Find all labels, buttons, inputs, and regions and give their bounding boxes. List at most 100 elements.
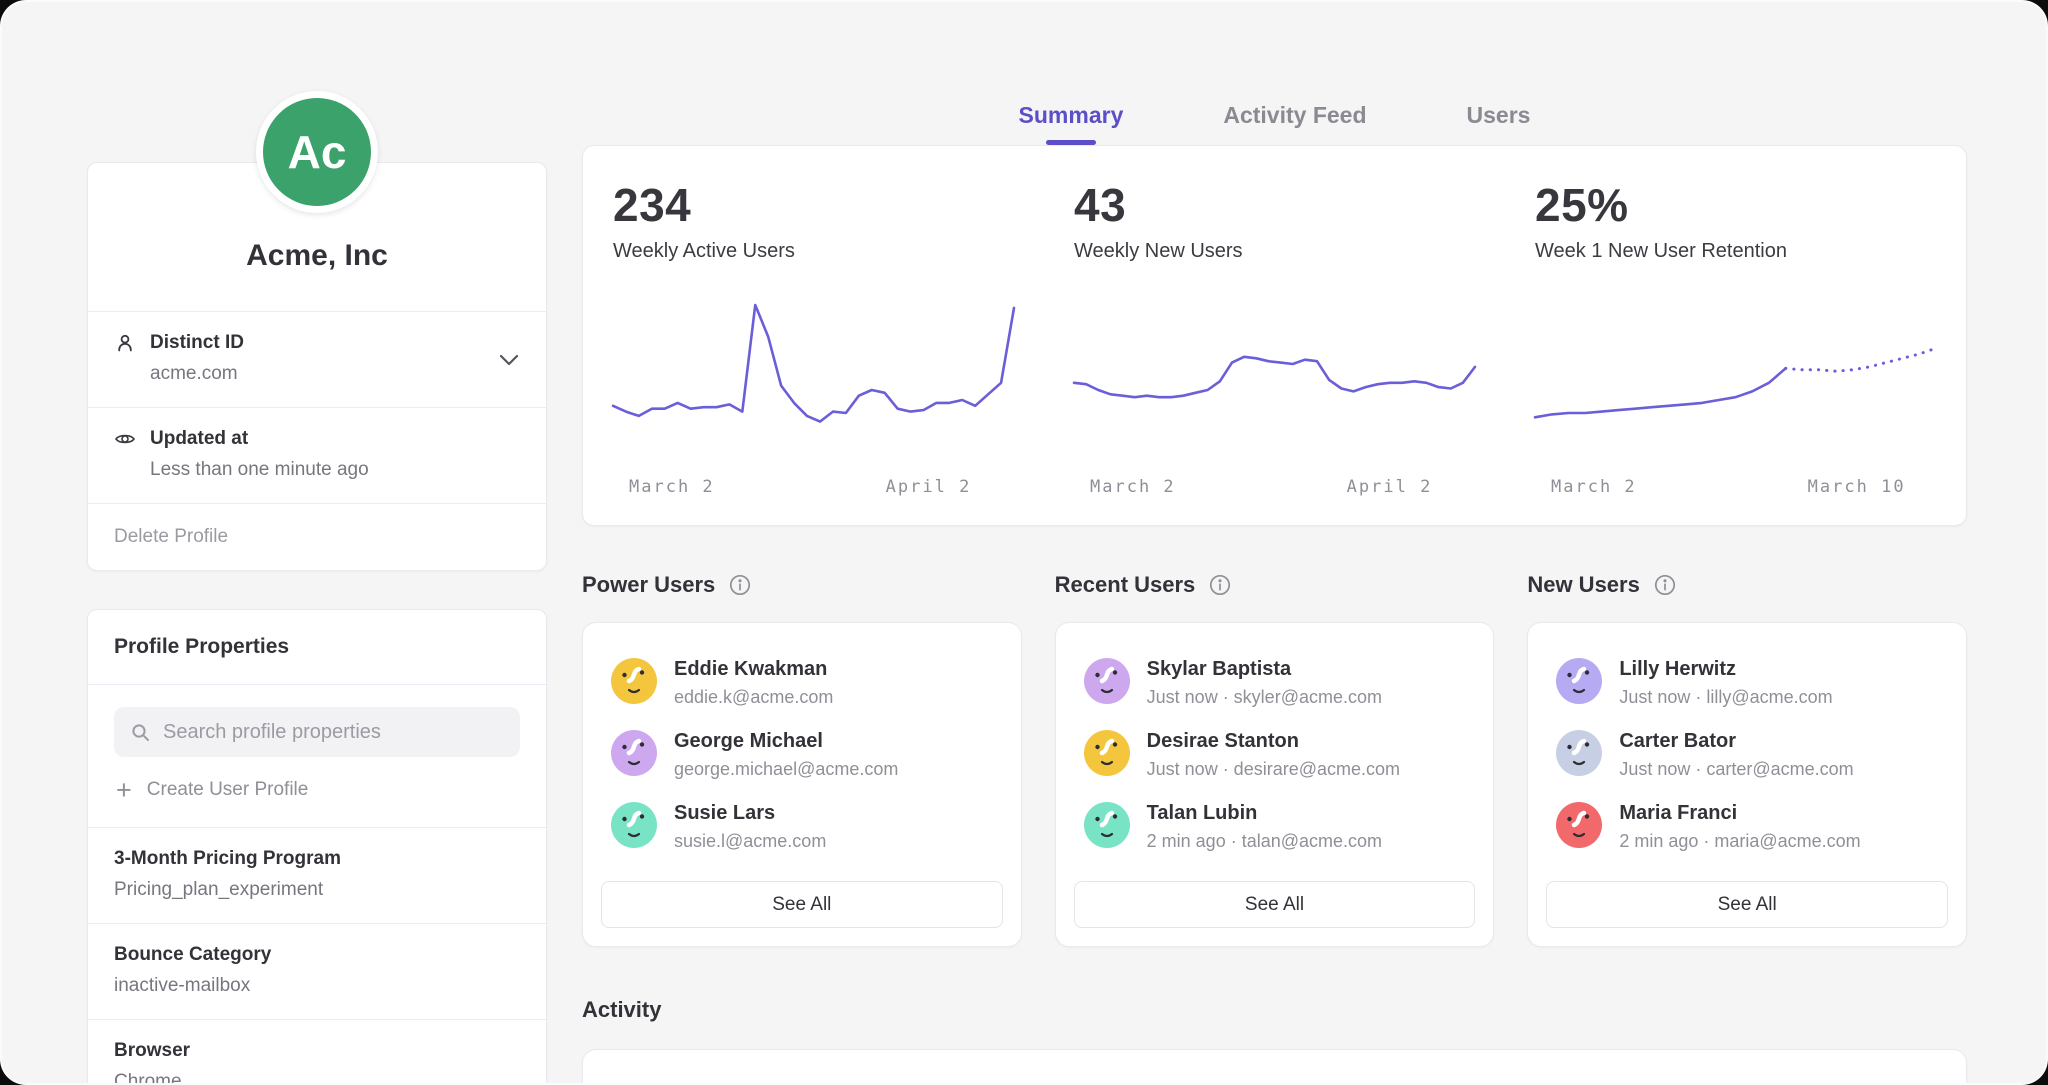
- stat-weekly-active-users: 234 Weekly Active Users March 2 April 2: [583, 178, 1044, 501]
- stat-week1-retention: 25% Week 1 New User Retention March 2 Ma…: [1505, 178, 1966, 501]
- stat-value: 25%: [1535, 178, 1936, 232]
- field-updated-at: Updated at Less than one minute ago: [88, 407, 546, 503]
- user-name: Maria Franci: [1619, 802, 1860, 825]
- user-name: Talan Lubin: [1147, 802, 1382, 825]
- user-row[interactable]: Susie Lars susie.l@acme.com: [601, 793, 1003, 865]
- user-row[interactable]: Skylar Baptista Just now · skyler@acme.c…: [1074, 649, 1476, 721]
- section-title: New Users: [1527, 572, 1640, 598]
- tab-users[interactable]: Users: [1467, 102, 1531, 145]
- user-name: Carter Bator: [1619, 730, 1853, 753]
- power-users-card: Eddie Kwakman eddie.k@acme.com George Mi…: [582, 622, 1022, 947]
- field-distinct-id: Distinct ID acme.com: [88, 311, 546, 407]
- user-detail: eddie.k@acme.com: [674, 687, 833, 708]
- user-row[interactable]: Maria Franci 2 min ago · maria@acme.com: [1546, 793, 1948, 865]
- user-name: George Michael: [674, 730, 898, 753]
- stat-value: 43: [1074, 178, 1475, 232]
- profile-card: Ac Acme, Inc Distinct ID acme.com: [87, 162, 547, 571]
- see-all-button[interactable]: See All: [601, 881, 1003, 928]
- user-row[interactable]: Talan Lubin 2 min ago · talan@acme.com: [1074, 793, 1476, 865]
- field-label: Updated at: [150, 428, 248, 450]
- user-row[interactable]: Lilly Herwitz Just now · lilly@acme.com: [1546, 649, 1948, 721]
- property-name: Browser: [114, 1040, 520, 1062]
- user-sections: Power Users Eddie Kwakman eddie.k@acme.c…: [582, 572, 1967, 947]
- see-all-button[interactable]: See All: [1074, 881, 1476, 928]
- search-box: [114, 707, 520, 757]
- avatar: [1084, 658, 1130, 704]
- avatar: [611, 658, 657, 704]
- info-icon[interactable]: [728, 573, 752, 597]
- avatar: [611, 802, 657, 848]
- user-row[interactable]: George Michael george.michael@acme.com: [601, 721, 1003, 793]
- create-user-profile-button[interactable]: + Create User Profile: [88, 757, 546, 827]
- property-item[interactable]: Bounce Category inactive-mailbox: [88, 923, 546, 1019]
- field-value: acme.com: [150, 363, 520, 385]
- user-name: Lilly Herwitz: [1619, 658, 1832, 681]
- sparkline-chart: [1535, 297, 1936, 457]
- section-recent-users: Recent Users Skylar Baptista Just now · …: [1055, 572, 1495, 947]
- field-label: Distinct ID: [150, 332, 244, 354]
- user-name: Desirae Stanton: [1147, 730, 1400, 753]
- field-value: Less than one minute ago: [150, 459, 520, 481]
- face-icon: [1084, 802, 1130, 848]
- user-row[interactable]: Carter Bator Just now · carter@acme.com: [1546, 721, 1948, 793]
- section-new-users: New Users Lilly Herwitz Just now · lilly…: [1527, 572, 1967, 947]
- user-detail: Just now · desirare@acme.com: [1147, 759, 1400, 780]
- x-axis-label: March 2: [629, 477, 715, 497]
- section-power-users: Power Users Eddie Kwakman eddie.k@acme.c…: [582, 572, 1022, 947]
- tab-bar: Summary Activity Feed Users: [582, 102, 1967, 145]
- property-item[interactable]: Browser Chrome: [88, 1019, 546, 1085]
- person-icon: [114, 332, 136, 354]
- tab-activity-feed[interactable]: Activity Feed: [1223, 102, 1366, 145]
- delete-profile-button[interactable]: Delete Profile: [88, 503, 546, 570]
- property-value: Pricing_plan_experiment: [114, 879, 520, 901]
- activity-stat: 240: [1044, 1080, 1505, 1085]
- user-row[interactable]: Eddie Kwakman eddie.k@acme.com: [601, 649, 1003, 721]
- avatar: [1084, 730, 1130, 776]
- user-detail: Just now · skyler@acme.com: [1147, 687, 1382, 708]
- profile-sidebar: Ac Acme, Inc Distinct ID acme.com: [87, 162, 547, 1085]
- user-detail: george.michael@acme.com: [674, 759, 898, 780]
- face-icon: [1556, 658, 1602, 704]
- user-row[interactable]: Desirae Stanton Just now · desirare@acme…: [1074, 721, 1476, 793]
- info-icon[interactable]: [1653, 573, 1677, 597]
- recent-users-card: Skylar Baptista Just now · skyler@acme.c…: [1055, 622, 1495, 947]
- user-detail: 2 min ago · talan@acme.com: [1147, 831, 1382, 852]
- x-axis-label: March 10: [1808, 477, 1906, 497]
- profile-properties-title: Profile Properties: [88, 610, 546, 684]
- info-icon[interactable]: [1208, 573, 1232, 597]
- avatar: [1556, 802, 1602, 848]
- property-item[interactable]: 3-Month Pricing Program Pricing_plan_exp…: [88, 827, 546, 923]
- avatar: [1556, 658, 1602, 704]
- user-detail: Just now · carter@acme.com: [1619, 759, 1853, 780]
- see-all-button[interactable]: See All: [1546, 881, 1948, 928]
- avatar: [1556, 730, 1602, 776]
- sparkline-chart: [1074, 297, 1475, 457]
- face-icon: [1084, 730, 1130, 776]
- activity-stat: 3.4k: [1505, 1080, 1966, 1085]
- property-name: 3-Month Pricing Program: [114, 848, 520, 870]
- x-axis-label: March 2: [1090, 477, 1176, 497]
- stat-weekly-new-users: 43 Weekly New Users March 2 April 2: [1044, 178, 1505, 501]
- face-icon: [1556, 802, 1602, 848]
- x-axis-label: April 2: [1347, 477, 1433, 497]
- main-content: Summary Activity Feed Users 234 Weekly A…: [582, 102, 1967, 1085]
- chevron-down-icon[interactable]: [498, 353, 520, 367]
- face-icon: [1556, 730, 1602, 776]
- user-detail: Just now · lilly@acme.com: [1619, 687, 1832, 708]
- user-detail: susie.l@acme.com: [674, 831, 826, 852]
- user-name: Susie Lars: [674, 802, 826, 825]
- summary-card: 234 Weekly Active Users March 2 April 2 …: [582, 145, 1967, 526]
- stat-label: Weekly Active Users: [613, 240, 1014, 263]
- x-axis-label: March 2: [1551, 477, 1637, 497]
- search-input[interactable]: [163, 721, 504, 744]
- sparkline-chart: [613, 297, 1014, 457]
- plus-icon: +: [116, 781, 132, 799]
- avatar: [611, 730, 657, 776]
- company-avatar: Ac: [256, 91, 378, 213]
- tab-summary[interactable]: Summary: [1019, 102, 1124, 145]
- face-icon: [611, 658, 657, 704]
- section-title: Recent Users: [1055, 572, 1196, 598]
- x-axis-label: April 2: [886, 477, 972, 497]
- activity-stat: 234: [583, 1080, 1044, 1085]
- create-user-profile-label: Create User Profile: [147, 779, 309, 801]
